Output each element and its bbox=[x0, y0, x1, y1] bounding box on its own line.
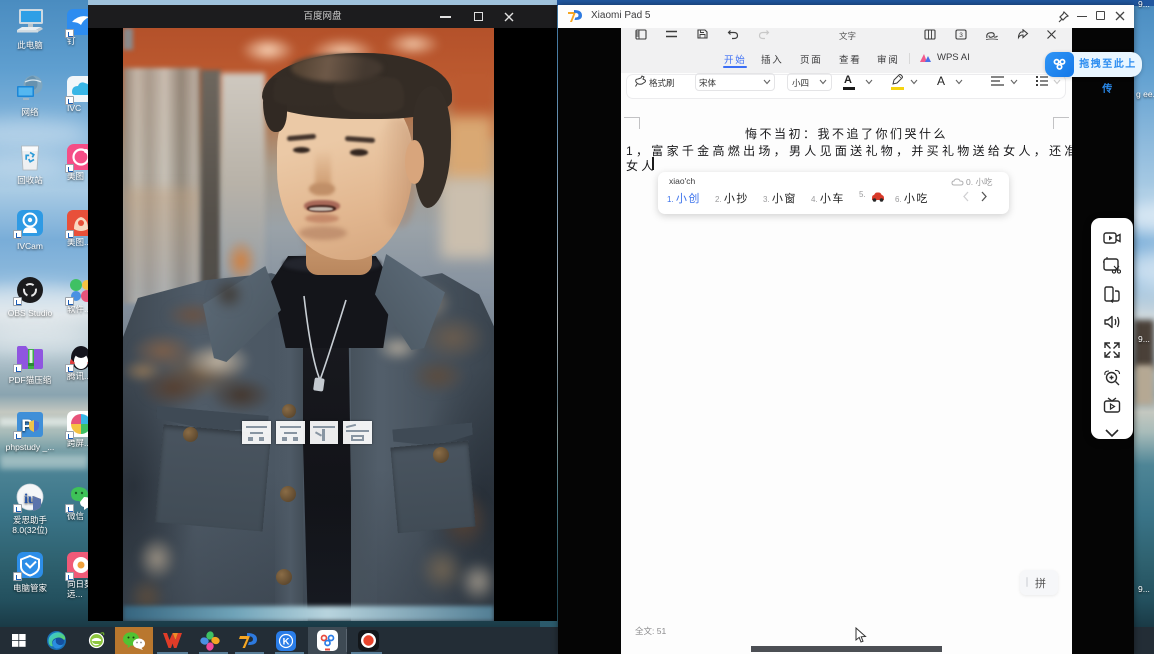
svg-text:K: K bbox=[283, 636, 290, 647]
svg-text:3: 3 bbox=[959, 32, 963, 39]
